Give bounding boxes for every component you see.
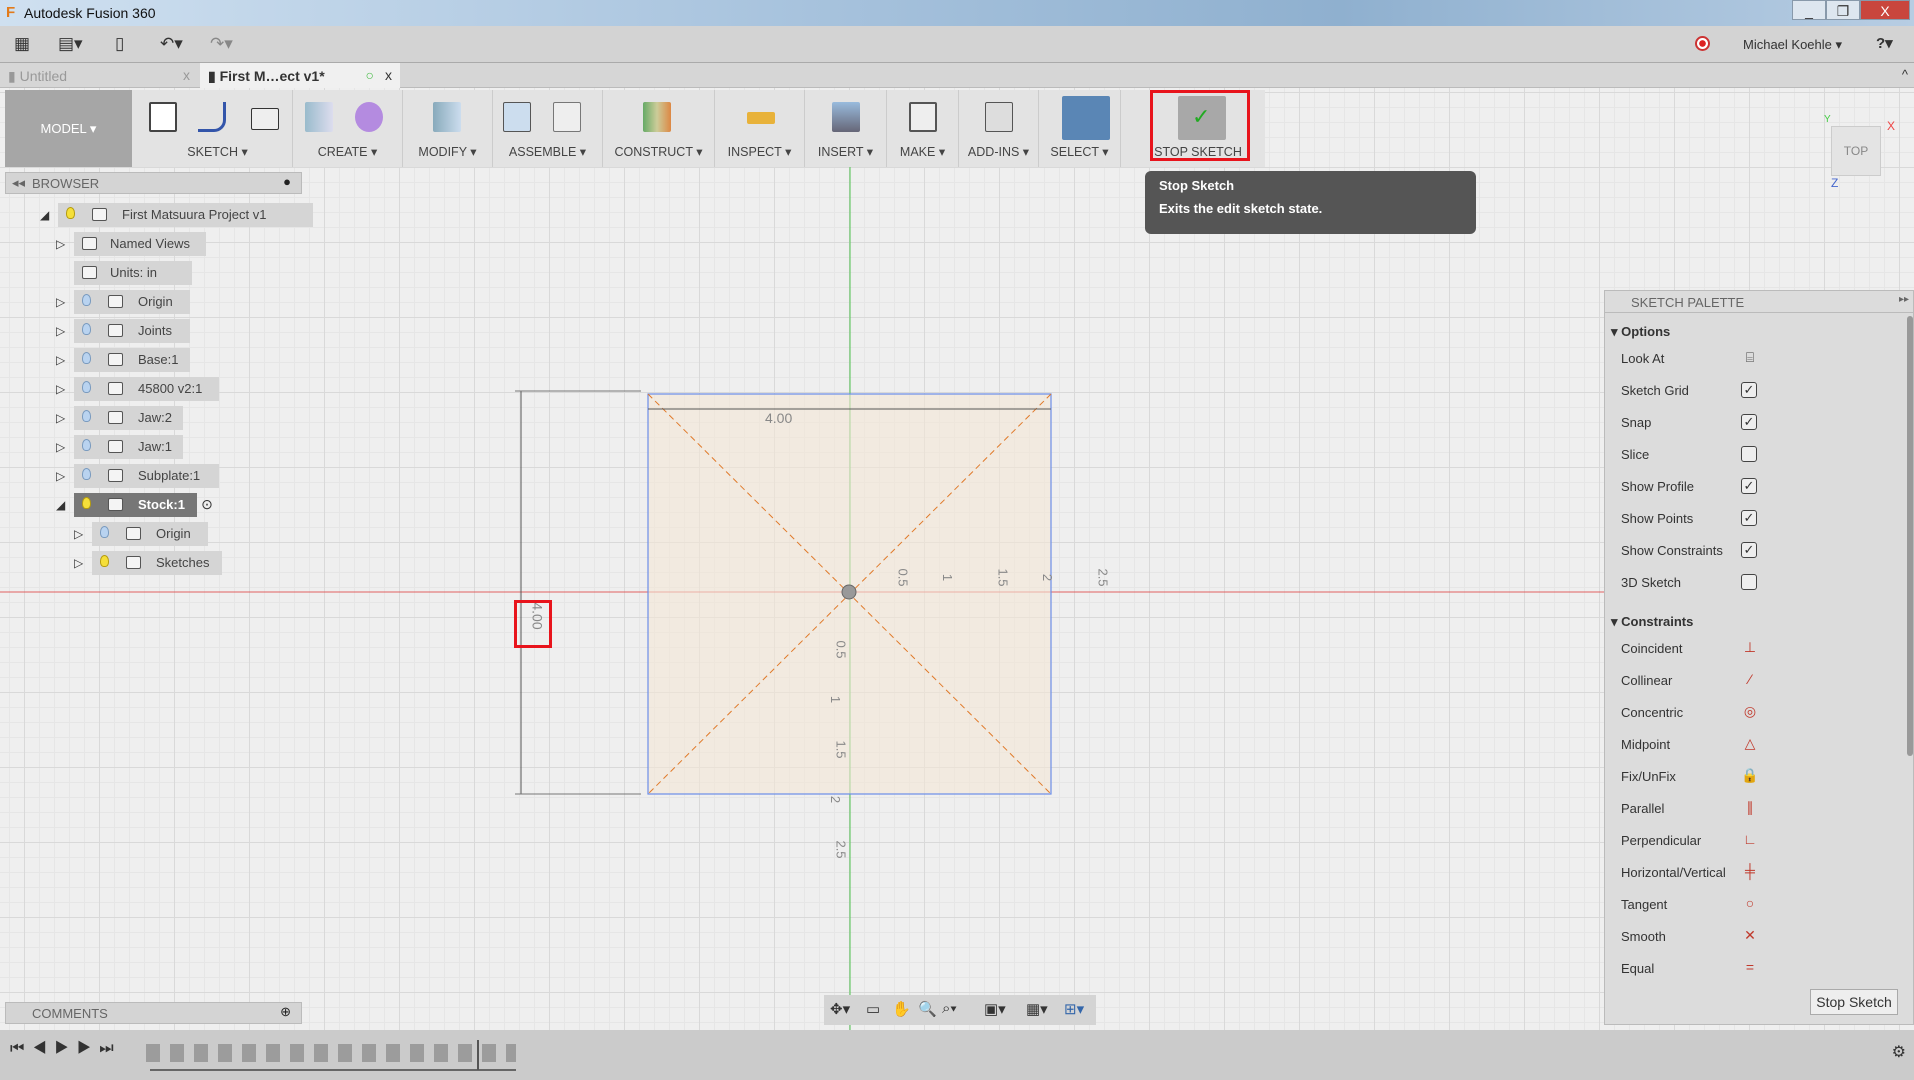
- x-tick-label: 0.5: [895, 568, 911, 587]
- highlight-box: [514, 600, 552, 648]
- look-at-icon[interactable]: ▭: [866, 1000, 880, 1018]
- constraint-icon[interactable]: ⊥: [1741, 639, 1759, 656]
- option-checkbox[interactable]: ✓: [1741, 510, 1757, 526]
- option-checkbox[interactable]: ✓: [1741, 414, 1757, 430]
- constraint-item[interactable]: Coincident: [1621, 641, 1682, 656]
- constraint-item[interactable]: Fix/UnFix: [1621, 769, 1676, 784]
- x-tick-label: 2: [1040, 573, 1056, 582]
- constraints-section[interactable]: ▾ Constraints: [1611, 614, 1693, 630]
- constraint-icon[interactable]: 🔒: [1741, 767, 1759, 784]
- constraint-item[interactable]: Tangent: [1621, 897, 1667, 912]
- timeline: ⏮◀▶▶⏭ ⚙: [0, 1030, 1914, 1080]
- look-at-icon[interactable]: ⌸: [1741, 349, 1759, 366]
- constraint-item[interactable]: Perpendicular: [1621, 833, 1701, 848]
- x-tick-label: 1: [940, 573, 956, 582]
- origin-point: [841, 584, 857, 600]
- option-checkbox[interactable]: ✓: [1741, 382, 1757, 398]
- sketch-palette: SKETCH PALETTE ▸▸ ▾ Options Look At ⌸ Sketc…: [1604, 290, 1914, 1025]
- option-label: 3D Sketch: [1621, 575, 1681, 590]
- option-label: Sketch Grid: [1621, 383, 1689, 398]
- palette-header[interactable]: SKETCH PALETTE ▸▸: [1605, 291, 1913, 313]
- constraint-item[interactable]: Midpoint: [1621, 737, 1670, 752]
- constraint-icon[interactable]: ∟: [1741, 831, 1759, 847]
- options-section[interactable]: ▾ Options: [1611, 324, 1670, 340]
- constraint-icon[interactable]: ∥: [1741, 799, 1759, 816]
- y-tick-label: 1.5: [833, 740, 849, 759]
- constraint-icon[interactable]: ◎: [1741, 703, 1759, 720]
- constraint-item[interactable]: Collinear: [1621, 673, 1672, 688]
- option-checkbox[interactable]: [1741, 574, 1757, 590]
- y-tick-label: 2: [828, 795, 844, 804]
- navigation-bar: ✥▾ ▭ ✋ 🔍 ⌕▾ ▣▾ ▦▾ ⊞▾: [824, 995, 1096, 1025]
- add-comment-icon[interactable]: ⊕: [280, 1004, 291, 1020]
- constraint-item[interactable]: Equal: [1621, 961, 1654, 976]
- option-checkbox[interactable]: ✓: [1741, 542, 1757, 558]
- comments-panel[interactable]: COMMENTS ⊕: [5, 1002, 302, 1024]
- timeline-playback-controls[interactable]: ⏮◀▶▶⏭: [10, 1040, 122, 1058]
- x-tick-label: 2.5: [1095, 568, 1111, 587]
- timeline-marker[interactable]: [477, 1040, 479, 1070]
- option-label: Snap: [1621, 415, 1652, 430]
- constraint-icon[interactable]: =: [1741, 959, 1759, 975]
- timeline-features[interactable]: [146, 1044, 516, 1062]
- option-label: Look At: [1621, 351, 1665, 366]
- stop-sketch-button[interactable]: Stop Sketch: [1810, 989, 1898, 1015]
- option-checkbox[interactable]: ✓: [1741, 478, 1757, 494]
- y-tick-label: 2.5: [833, 840, 849, 859]
- constraint-icon[interactable]: △: [1741, 735, 1759, 752]
- constraint-icon[interactable]: ○: [1741, 895, 1759, 911]
- option-label: Slice: [1621, 447, 1650, 462]
- palette-scrollbar[interactable]: [1907, 316, 1913, 756]
- grid-settings-icon[interactable]: ▦▾: [1026, 1000, 1048, 1018]
- timeline-settings-gear-icon[interactable]: ⚙: [1892, 1042, 1906, 1062]
- y-tick-label: 0.5: [833, 640, 849, 659]
- option-checkbox[interactable]: [1741, 446, 1757, 462]
- zoom-icon[interactable]: 🔍: [918, 1000, 937, 1018]
- constraint-item[interactable]: Smooth: [1621, 929, 1666, 944]
- zoom-window-icon[interactable]: ⌕▾: [942, 1000, 957, 1017]
- option-label: Show Constraints: [1621, 543, 1723, 558]
- pan-icon[interactable]: ✋: [892, 1000, 911, 1018]
- option-label: Show Points: [1621, 511, 1694, 526]
- timeline-track[interactable]: [150, 1069, 516, 1071]
- viewports-icon[interactable]: ⊞▾: [1064, 1000, 1084, 1018]
- constraint-item[interactable]: Parallel: [1621, 801, 1664, 816]
- constraint-item[interactable]: Horizontal/Vertical: [1621, 865, 1726, 880]
- y-tick-label: 1: [828, 695, 844, 704]
- option-label: Show Profile: [1621, 479, 1694, 494]
- constraint-item[interactable]: Concentric: [1621, 705, 1683, 720]
- display-settings-icon[interactable]: ▣▾: [984, 1000, 1006, 1018]
- constraint-icon[interactable]: ╪: [1741, 863, 1759, 879]
- orbit-icon[interactable]: ✥▾: [830, 1000, 850, 1018]
- constraint-icon[interactable]: ✕: [1741, 927, 1759, 944]
- x-tick-label: 1.5: [995, 568, 1011, 587]
- horizontal-dimension[interactable]: 4.00: [765, 410, 792, 426]
- constraint-icon[interactable]: ⁄: [1741, 671, 1759, 687]
